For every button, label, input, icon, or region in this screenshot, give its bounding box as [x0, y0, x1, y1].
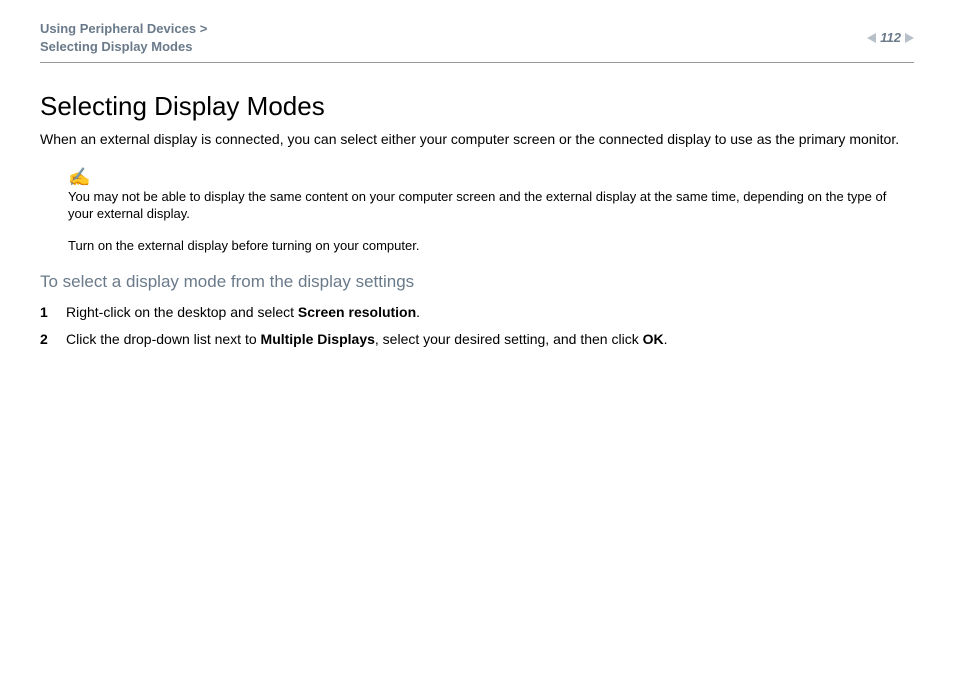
- note-block: ✍ You may not be able to display the sam…: [68, 165, 914, 254]
- intro-paragraph: When an external display is connected, y…: [40, 130, 914, 149]
- page-header: Using Peripheral Devices > Selecting Dis…: [40, 20, 914, 63]
- step-text: Right-click on the desktop and select: [66, 304, 298, 320]
- note-text-1: You may not be able to display the same …: [68, 188, 914, 223]
- page-title: Selecting Display Modes: [40, 91, 914, 122]
- next-page-icon[interactable]: [905, 33, 914, 43]
- page-number: 112: [880, 30, 901, 45]
- step-item: Click the drop-down list next to Multipl…: [40, 329, 914, 349]
- page-navigator: 112: [867, 20, 914, 45]
- note-icon: ✍: [68, 165, 914, 189]
- breadcrumb: Using Peripheral Devices > Selecting Dis…: [40, 20, 207, 56]
- step-bold: Multiple Displays: [261, 331, 375, 347]
- note-text-2: Turn on the external display before turn…: [68, 237, 914, 255]
- prev-page-icon[interactable]: [867, 33, 876, 43]
- breadcrumb-section: Using Peripheral Devices: [40, 21, 196, 36]
- step-text: .: [416, 304, 420, 320]
- step-text: Click the drop-down list next to: [66, 331, 261, 347]
- step-bold: Screen resolution: [298, 304, 416, 320]
- step-text: .: [664, 331, 668, 347]
- breadcrumb-page: Selecting Display Modes: [40, 39, 192, 54]
- step-item: Right-click on the desktop and select Sc…: [40, 302, 914, 322]
- step-bold: OK: [643, 331, 664, 347]
- breadcrumb-separator: >: [196, 21, 207, 36]
- procedure-heading: To select a display mode from the displa…: [40, 272, 914, 292]
- procedure-steps: Right-click on the desktop and select Sc…: [40, 302, 914, 349]
- step-text: , select your desired setting, and then …: [375, 331, 643, 347]
